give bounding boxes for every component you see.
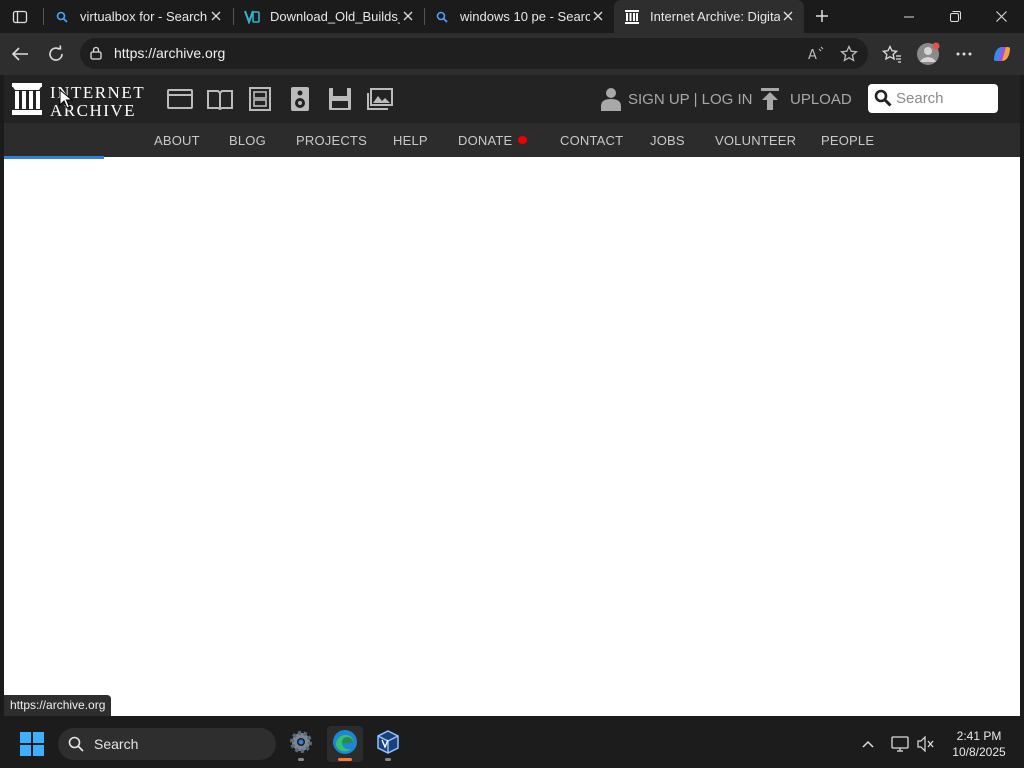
volume-muted-icon[interactable] [914,732,938,756]
video-icon[interactable] [246,85,274,113]
virtualbox-app-button[interactable] [370,726,406,762]
active-indicator [338,758,352,761]
close-tab-icon[interactable] [780,8,796,24]
sign-up-log-in-link[interactable]: SIGN UP | LOG IN [600,87,752,111]
back-button[interactable] [6,40,34,68]
mouse-cursor-icon [59,89,73,109]
archive-building-icon [12,83,42,115]
nav-blog[interactable]: BLOG [229,133,266,148]
show-hidden-icons-chevron-icon[interactable] [856,732,880,756]
search-placeholder[interactable]: Search [896,90,944,107]
search-icon [68,736,84,752]
close-window-button[interactable] [978,0,1024,33]
minimize-button[interactable] [886,0,932,33]
edge-app-button[interactable] [327,726,363,762]
audio-icon[interactable] [286,85,314,113]
upload-icon [760,88,780,110]
taskbar-search-label[interactable]: Search [94,736,138,752]
ia-top-navigation: INTERNET ARCHIVE SIGN UP | LOG IN UPLOAD… [4,75,1020,123]
page-viewport: INTERNET ARCHIVE SIGN UP | LOG IN UPLOAD… [4,75,1020,716]
upload-link[interactable]: UPLOAD [760,87,852,111]
clock-date: 10/8/2025 [952,745,1006,759]
web-icon[interactable] [166,85,194,113]
taskbar-search-box[interactable]: Search [58,728,276,760]
running-indicator [385,758,391,761]
network-icon[interactable] [888,732,912,756]
windows-start-icon[interactable] [20,732,44,756]
tab-title: windows 10 pe - Search [460,9,590,24]
tab-download-old-builds[interactable]: Download_Old_Builds_6. [234,0,424,33]
favorites-icon[interactable] [878,40,906,68]
tab-title: Download_Old_Builds_6. [270,9,400,24]
favorite-star-icon[interactable] [838,43,860,65]
new-tab-button[interactable] [808,4,836,28]
windows-taskbar: Search 2:41 PM 10/8/2025 [0,720,1024,768]
clock-time: 2:41 PM [956,729,1002,743]
settings-icon [288,729,314,760]
restore-button[interactable] [932,0,978,33]
tab-title: virtualbox for - Search [80,9,208,24]
heart-icon [518,136,528,144]
tab-strip: virtualbox for - Search Download_Old_Bui… [0,0,1024,33]
search-icon[interactable] [874,89,892,107]
tab-windows-10-pe-search[interactable]: windows 10 pe - Search [424,0,614,33]
lock-icon[interactable] [89,46,103,60]
nav-contact[interactable]: CONTACT [560,133,623,148]
close-tab-icon[interactable] [400,8,416,24]
virtualbox-icon [244,9,260,25]
upload-label[interactable]: UPLOAD [790,91,852,108]
svg-text:A: A [808,48,817,62]
internet-archive-logo[interactable]: INTERNET ARCHIVE [12,81,152,120]
nav-donate[interactable]: DONATE [458,133,528,148]
user-icon [600,87,622,111]
software-icon[interactable] [326,85,354,113]
nav-people[interactable]: PEOPLE [821,133,874,148]
address-bar[interactable]: https://archive.org A [80,38,868,69]
window-frame-right [1020,75,1024,716]
refresh-button[interactable] [42,40,70,68]
internet-archive-icon [624,9,640,25]
images-icon[interactable] [366,85,394,113]
nav-jobs[interactable]: JOBS [650,133,685,148]
virtualbox-icon [375,729,401,760]
nav-volunteer[interactable]: VOLUNTEER [715,133,796,148]
status-bar-url: https://archive.org [4,695,112,716]
close-tab-icon[interactable] [590,8,606,24]
nav-about[interactable]: ABOUT [154,133,200,148]
tab-virtualbox-search[interactable]: virtualbox for - Search [44,0,232,33]
browser-toolbar: https://archive.org A [0,33,1024,75]
running-indicator [298,758,304,761]
settings-app-button[interactable] [283,726,319,762]
nav-projects[interactable]: PROJECTS [296,133,367,148]
url-text[interactable]: https://archive.org [114,45,225,61]
bing-search-icon [54,9,70,25]
copilot-icon[interactable] [988,40,1016,68]
tab-actions-icon[interactable] [6,5,34,29]
nav-donate-label[interactable]: DONATE [458,133,512,148]
tab-title: Internet Archive: Digital [650,9,780,24]
edge-icon [332,729,358,760]
ia-sub-navigation: ABOUT BLOG PROJECTS HELP DONATE CONTACT … [4,123,1020,157]
more-options-icon[interactable] [950,40,978,68]
sign-up-log-in-label[interactable]: SIGN UP | LOG IN [628,91,752,108]
taskbar-clock[interactable]: 2:41 PM 10/8/2025 [944,728,1014,760]
texts-icon[interactable] [206,85,234,113]
page-loading-progress [4,156,104,159]
read-aloud-icon[interactable]: A [806,43,828,65]
bing-search-icon [434,9,450,25]
tab-internet-archive[interactable]: Internet Archive: Digital [614,0,804,33]
nav-help[interactable]: HELP [393,133,428,148]
profile-avatar[interactable] [914,40,942,68]
close-tab-icon[interactable] [208,8,224,24]
ia-search-box[interactable]: Search [868,84,998,113]
